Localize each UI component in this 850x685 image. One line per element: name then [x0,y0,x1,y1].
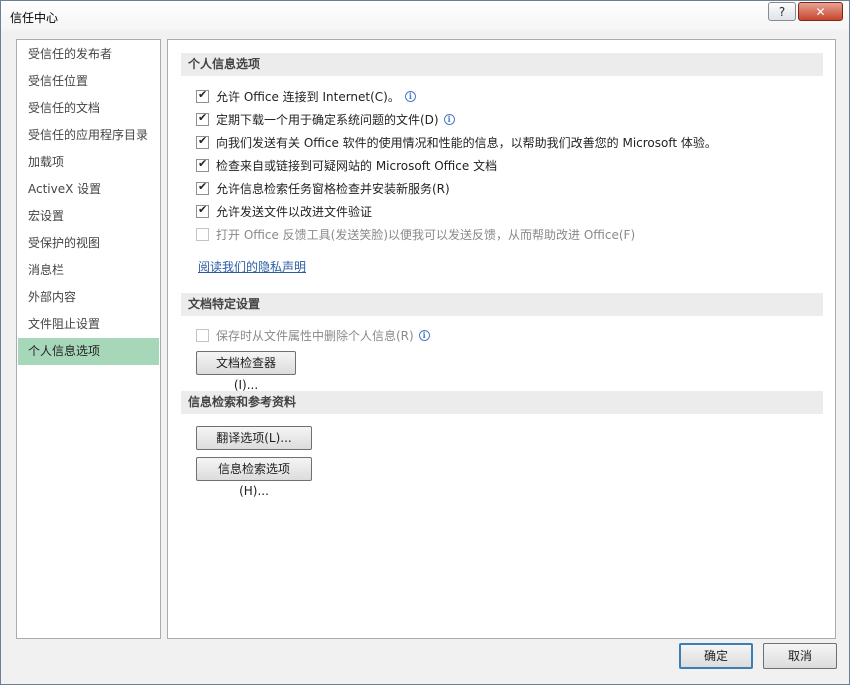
document-inspector-button[interactable]: 文档检查器(I)... [196,351,296,392]
sidebar-item-trusted-locations[interactable]: 受信任位置 [18,68,159,95]
checkbox[interactable] [196,134,209,149]
option-check-suspicious-docs[interactable]: 检查来自或链接到可疑网站的 Microsoft Office 文档 [196,155,497,175]
checkbox [196,328,209,342]
checkbox[interactable] [196,157,209,172]
option-send-usage-info[interactable]: 向我们发送有关 Office 软件的使用情况和性能的信息，以帮助我们改善您的 M… [196,132,717,152]
sidebar-item-file-block-settings[interactable]: 文件阻止设置 [18,311,159,338]
window-title: 信任中心 [10,11,59,25]
checkbox[interactable] [196,203,209,218]
checkbox[interactable] [196,111,209,126]
checkbox [196,227,209,241]
sidebar-item-macro-settings[interactable]: 宏设置 [18,203,159,230]
section-header-privacy: 个人信息选项 [181,53,823,76]
cancel-button[interactable]: 取消 [763,643,837,669]
sidebar-item-trusted-app-catalogs[interactable]: 受信任的应用程序目录 [18,122,159,149]
privacy-statement-link[interactable]: 阅读我们的隐私声明 [198,258,306,275]
sidebar-item-external-content[interactable]: 外部内容 [18,284,159,311]
checkbox[interactable] [196,180,209,195]
trust-center-dialog: 信任中心 ? ✕ 受信任的发布者 受信任位置 受信任的文档 受信任的应用程序目录… [0,0,850,685]
sidebar-item-privacy-options[interactable]: 个人信息选项 [18,338,159,365]
option-feedback-tool: 打开 Office 反馈工具(发送笑脸)以便我可以发送反馈，从而帮助改进 Off… [196,224,635,244]
sidebar-item-message-bar[interactable]: 消息栏 [18,257,159,284]
translation-options-button[interactable]: 翻译选项(L)... [196,426,312,450]
title-bar: 信任中心 ? ✕ [1,1,849,31]
help-button[interactable]: ? [768,2,796,21]
option-file-validation[interactable]: 允许发送文件以改进文件验证 [196,201,372,221]
sidebar-item-trusted-documents[interactable]: 受信任的文档 [18,95,159,122]
info-icon[interactable]: i [443,113,455,125]
info-icon[interactable]: i [418,329,430,341]
option-research-pane-services[interactable]: 允许信息检索任务窗格检查并安装新服务(R) [196,178,450,198]
sidebar-item-protected-view[interactable]: 受保护的视图 [18,230,159,257]
option-allow-internet[interactable]: 允许 Office 连接到 Internet(C)。 i [196,86,416,106]
sidebar-item-add-ins[interactable]: 加载项 [18,149,159,176]
close-button[interactable]: ✕ [798,2,843,21]
section-header-document: 文档特定设置 [181,293,823,316]
research-options-button[interactable]: 信息检索选项(H)... [196,457,312,498]
info-icon[interactable]: i [404,90,416,102]
option-remove-personal-info: 保存时从文件属性中删除个人信息(R) i [196,325,430,345]
section-header-research: 信息检索和参考资料 [181,391,823,414]
option-download-troubleshoot-file[interactable]: 定期下载一个用于确定系统问题的文件(D) i [196,109,455,129]
content-panel: 个人信息选项 允许 Office 连接到 Internet(C)。 i 定期下载… [167,39,836,639]
sidebar-nav: 受信任的发布者 受信任位置 受信任的文档 受信任的应用程序目录 加载项 Acti… [16,39,161,639]
help-icon: ? [778,4,786,19]
sidebar-item-activex-settings[interactable]: ActiveX 设置 [18,176,159,203]
ok-button[interactable]: 确定 [679,643,753,669]
checkbox[interactable] [196,88,209,103]
sidebar-item-trusted-publishers[interactable]: 受信任的发布者 [18,41,159,68]
close-icon: ✕ [815,4,826,19]
